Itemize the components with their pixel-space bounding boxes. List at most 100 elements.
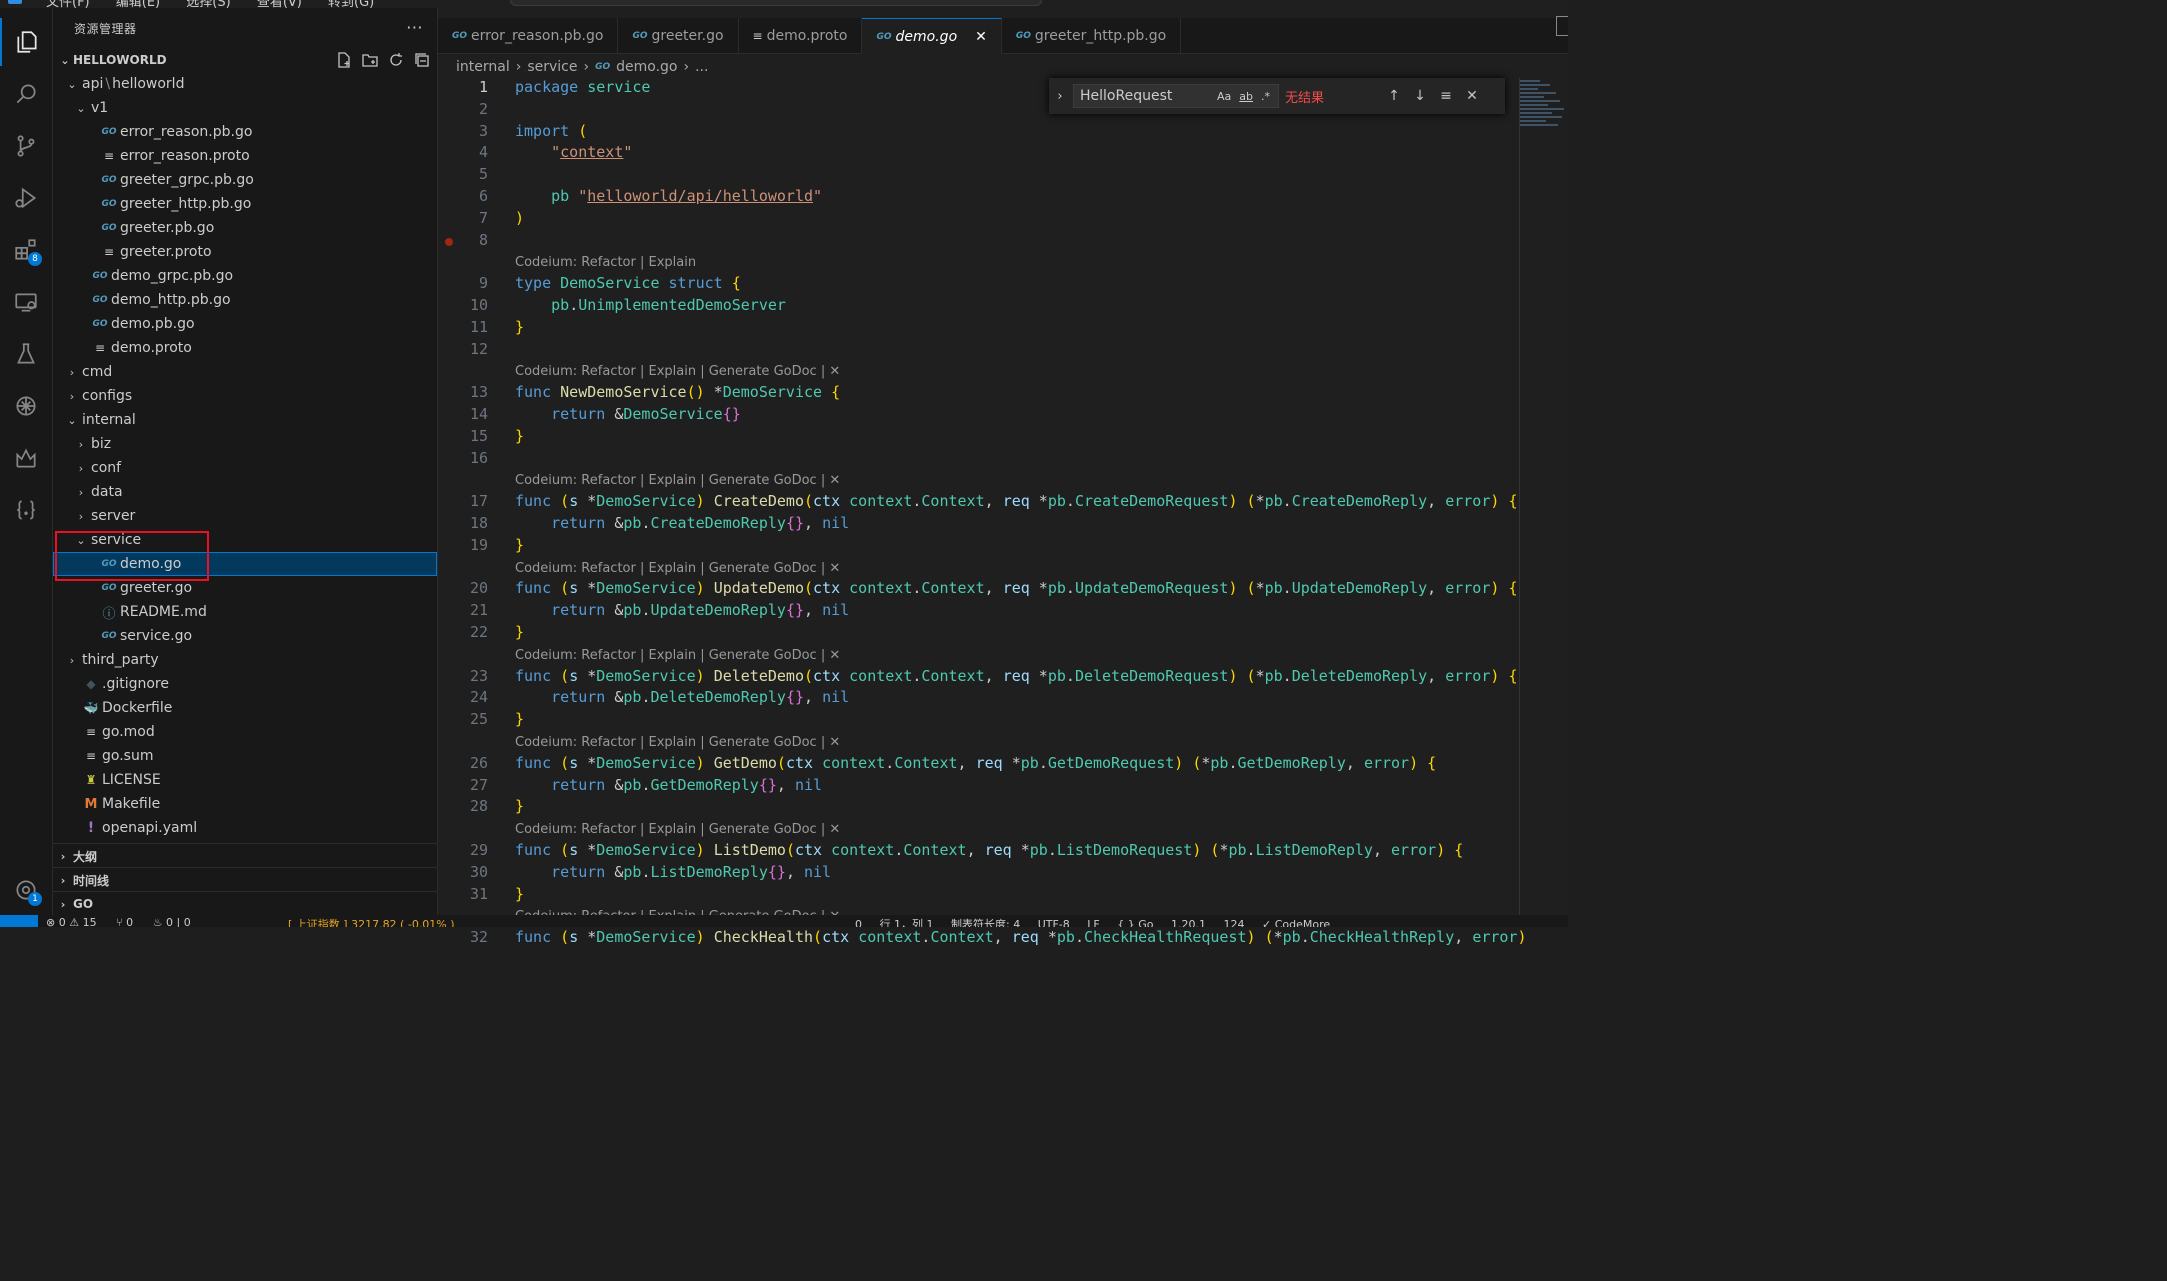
file-item[interactable]: GO greeter_grpc.pb.go xyxy=(53,168,437,192)
problems-count[interactable]: ⊗ 0 ⚠ 15 xyxy=(46,916,97,927)
breadcrumb-symbols[interactable]: ... xyxy=(695,59,708,75)
collapse-all-icon[interactable] xyxy=(413,51,431,69)
timeline-section-header[interactable]: › 时间线 xyxy=(53,867,437,892)
code-line[interactable]: } xyxy=(515,623,524,641)
folder-item[interactable]: › third_party xyxy=(53,648,437,672)
code-line[interactable]: } xyxy=(515,710,524,728)
outline-section-header[interactable]: › 大纲 xyxy=(53,843,437,868)
source-control-icon[interactable] xyxy=(0,122,52,170)
codeium-codelens[interactable]: Codeium: Refactor | Explain | Generate G… xyxy=(515,561,840,576)
code-line[interactable]: pb "helloworld/api/helloworld" xyxy=(515,187,822,205)
json-braces-icon[interactable] xyxy=(0,486,52,534)
codeium-codelens[interactable]: Codeium: Refactor | Explain | Generate G… xyxy=(515,735,840,750)
code-line[interactable]: func (s *DemoService) CheckHealth(ctx co… xyxy=(515,928,1527,946)
breadcrumb-file[interactable]: demo.go xyxy=(616,59,677,75)
file-item[interactable]: ⓘ README.md xyxy=(53,600,437,624)
file-item[interactable]: GO service.go xyxy=(53,624,437,648)
new-folder-icon[interactable] xyxy=(361,51,379,69)
menu-view[interactable]: 查看(V) xyxy=(257,0,302,8)
file-item[interactable]: GO greeter.pb.go xyxy=(53,216,437,240)
folder-item[interactable]: ⌄ v1 xyxy=(53,96,437,120)
folder-item[interactable]: ⌄ service xyxy=(53,528,437,552)
codemore-status[interactable]: ✓ CodeMore xyxy=(1262,918,1330,927)
command-center[interactable]: helloworld xyxy=(510,0,1042,6)
search-icon[interactable] xyxy=(0,70,52,118)
vertical-scrollbar[interactable] xyxy=(1519,78,1520,918)
folder-item[interactable]: › configs xyxy=(53,384,437,408)
settings-gear-icon[interactable]: 1 xyxy=(0,866,52,914)
tab-demo-go[interactable]: GO demo.go ✕ xyxy=(862,18,1002,54)
testing-icon[interactable] xyxy=(0,330,52,378)
misc-indicator[interactable]: ♨ 0 | 0 xyxy=(153,916,191,927)
explorer-icon[interactable] xyxy=(0,18,52,66)
tab-demo-proto[interactable]: ≡ demo.proto xyxy=(739,18,863,54)
code-line[interactable]: return &pb.CreateDemoReply{}, nil xyxy=(515,514,849,532)
file-item[interactable]: GO demo_grpc.pb.go xyxy=(53,264,437,288)
code-line[interactable]: package service xyxy=(515,78,650,96)
code-line[interactable]: } xyxy=(515,885,524,903)
folder-item[interactable]: ⌄ api \ helloworld xyxy=(53,72,437,96)
encoding[interactable]: UTF-8 xyxy=(1038,918,1070,927)
toggle-replace-chevron-icon[interactable]: › xyxy=(1049,89,1071,104)
extensions-icon[interactable]: 8 xyxy=(0,226,52,274)
code-line[interactable]: return &pb.UpdateDemoReply{}, nil xyxy=(515,601,849,619)
tab-greeter-go[interactable]: GO greeter.go xyxy=(618,18,739,54)
code-line[interactable]: func (s *DemoService) UpdateDemo(ctx con… xyxy=(515,579,1517,597)
code-line[interactable]: func (s *DemoService) DeleteDemo(ctx con… xyxy=(515,667,1517,685)
refresh-icon[interactable] xyxy=(387,51,405,69)
minimap[interactable] xyxy=(1520,80,1566,140)
menu-edit[interactable]: 编辑(E) xyxy=(116,0,160,8)
go-version[interactable]: 1.20.1 xyxy=(1171,918,1206,927)
codeium-codelens[interactable]: Codeium: Refactor | Explain | Generate G… xyxy=(515,473,840,488)
code-line[interactable]: pb.UnimplementedDemoServer xyxy=(515,296,786,314)
code-line[interactable]: return &pb.DeleteDemoReply{}, nil xyxy=(515,688,849,706)
code-line[interactable]: return &pb.GetDemoReply{}, nil xyxy=(515,776,822,794)
code-line[interactable]: func (s *DemoService) GetDemo(ctx contex… xyxy=(515,754,1436,772)
file-item[interactable]: ≡ demo.proto xyxy=(53,336,437,360)
codeium-codelens[interactable]: Codeium: Refactor | Explain | Generate G… xyxy=(515,648,840,663)
folder-item[interactable]: › server xyxy=(53,504,437,528)
file-item[interactable]: ◆ .gitignore xyxy=(53,672,437,696)
menu-selection[interactable]: 选择(S) xyxy=(186,0,230,8)
find-input[interactable]: HelloRequest Aa ab .* xyxy=(1073,84,1279,108)
split-editor-icon[interactable] xyxy=(1556,16,1568,36)
code-line[interactable]: } xyxy=(515,318,524,336)
new-file-icon[interactable] xyxy=(335,51,353,69)
file-item[interactable]: ≡ go.sum xyxy=(53,744,437,768)
file-item[interactable]: GO demo.pb.go xyxy=(53,312,437,336)
file-item[interactable]: 🐳 Dockerfile xyxy=(53,696,437,720)
run-debug-icon[interactable] xyxy=(0,174,52,222)
menu-file[interactable]: 文件(F) xyxy=(46,0,90,8)
code-line[interactable]: return &DemoService{} xyxy=(515,405,741,423)
menu-go[interactable]: 转到(G) xyxy=(328,0,374,8)
file-item[interactable]: ≡ error_reason.proto xyxy=(53,144,437,168)
code-line[interactable]: func (s *DemoService) ListDemo(ctx conte… xyxy=(515,841,1463,859)
file-item[interactable]: GO demo.go xyxy=(53,552,437,576)
remote-explorer-icon[interactable] xyxy=(0,278,52,326)
close-tab-icon[interactable]: ✕ xyxy=(975,29,987,45)
indentation[interactable]: 制表符长度: 4 xyxy=(951,918,1020,927)
more-actions-icon[interactable]: ··· xyxy=(406,18,423,37)
misc-number[interactable]: 124 xyxy=(1224,918,1245,927)
code-line[interactable]: } xyxy=(515,427,524,445)
tab-greeter-http-pb-go[interactable]: GO greeter_http.pb.go xyxy=(1002,18,1182,54)
code-line[interactable]: func (s *DemoService) CreateDemo(ctx con… xyxy=(515,492,1517,510)
notification-count[interactable]: 0 xyxy=(855,918,862,927)
match-whole-word-icon[interactable]: ab xyxy=(1239,90,1253,103)
language-mode[interactable]: { } Go xyxy=(1117,918,1153,927)
code-line[interactable]: } xyxy=(515,797,524,815)
breakpoint-icon[interactable] xyxy=(445,237,453,246)
file-item[interactable]: GO greeter_http.pb.go xyxy=(53,192,437,216)
previous-match-icon[interactable]: ↑ xyxy=(1381,88,1407,104)
file-item[interactable]: GO demo_http.pb.go xyxy=(53,288,437,312)
cursor-position[interactable]: 行 1，列 1 xyxy=(880,918,934,927)
close-find-icon[interactable]: ✕ xyxy=(1459,88,1485,104)
folder-item[interactable]: › biz xyxy=(53,432,437,456)
code-line[interactable]: "context" xyxy=(515,143,632,161)
breadcrumb-internal[interactable]: internal xyxy=(456,59,510,75)
regex-icon[interactable]: .* xyxy=(1261,90,1270,103)
find-in-selection-icon[interactable]: ≡ xyxy=(1433,88,1459,104)
file-item[interactable]: ≡ go.mod xyxy=(53,720,437,744)
file-item[interactable]: GO error_reason.pb.go xyxy=(53,120,437,144)
code-line[interactable]: func NewDemoService() *DemoService { xyxy=(515,383,840,401)
